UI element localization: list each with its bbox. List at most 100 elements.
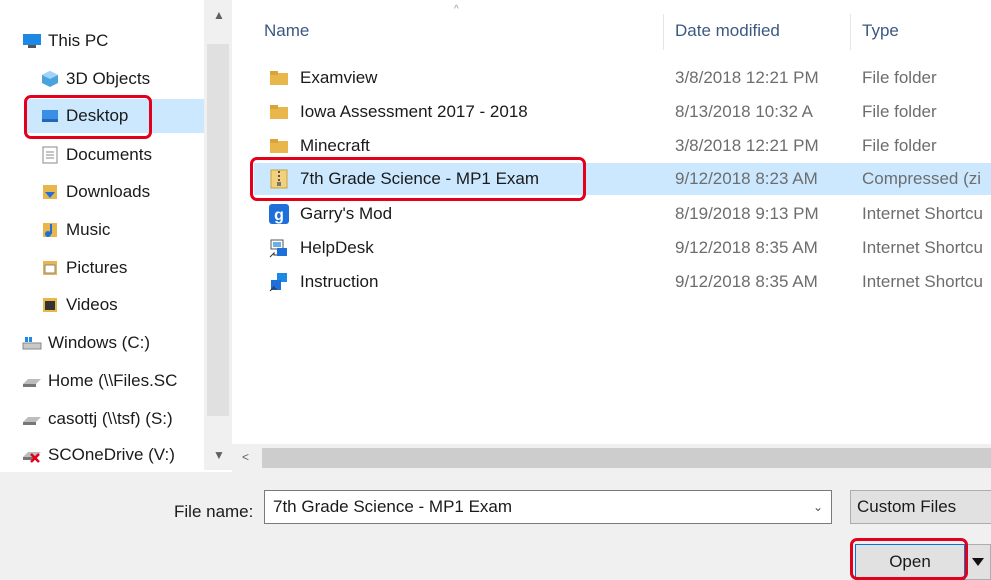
file-name-cell: HelpDesk — [268, 232, 648, 264]
windows-drive-icon — [22, 333, 42, 353]
scroll-down-icon[interactable]: ▼ — [213, 448, 225, 462]
file-name-cell: Minecraft — [268, 130, 648, 162]
file-name-input[interactable]: 7th Grade Science - MP1 Exam ⌄ — [264, 490, 832, 524]
file-row-iowa-assessment[interactable]: Iowa Assessment 2017 - 2018 8/13/2018 10… — [254, 96, 991, 128]
nav-label: This PC — [48, 31, 109, 50]
scroll-left-icon[interactable]: < — [242, 450, 249, 464]
nav-label: Videos — [66, 295, 118, 314]
file-date: 8/19/2018 9:13 PM — [675, 204, 819, 223]
file-date: 3/8/2018 12:21 PM — [675, 68, 819, 87]
nav-item-downloads[interactable]: Downloads — [40, 175, 150, 209]
file-name-cell: Iowa Assessment 2017 - 2018 — [268, 96, 648, 128]
nav-item-sconedrive[interactable]: SCOneDrive (V:) — [22, 438, 175, 472]
file-type: Internet Shortcu — [862, 272, 983, 291]
horizontal-scroll-thumb[interactable] — [262, 448, 991, 468]
file-list: ^ Name Date modified Type Examview 3/8/2… — [232, 0, 991, 470]
file-name: Instruction — [300, 272, 379, 291]
videos-icon — [40, 295, 60, 315]
helpdesk-shortcut-icon — [268, 237, 290, 259]
open-options-dropdown[interactable] — [965, 544, 991, 580]
file-name-cell: Instruction — [268, 266, 648, 298]
file-row-instruction[interactable]: Instruction 9/12/2018 8:35 AM Internet S… — [254, 266, 991, 298]
file-name: HelpDesk — [300, 238, 374, 257]
column-header-type[interactable]: Type — [862, 14, 899, 48]
file-type: Internet Shortcu — [862, 238, 983, 257]
file-row-garrys-mod[interactable]: g Garry's Mod 8/19/2018 9:13 PM Internet… — [254, 198, 991, 230]
file-name: Iowa Assessment 2017 - 2018 — [300, 102, 528, 121]
nav-label: Home (\\Files.SC — [48, 371, 178, 390]
nav-item-casottj-network[interactable]: casottj (\\tsf) (S:) — [22, 402, 173, 436]
dropdown-arrow-icon — [972, 558, 984, 566]
column-divider[interactable] — [850, 14, 851, 50]
file-type: Compressed (zi — [862, 169, 982, 188]
nav-label: Desktop — [66, 106, 129, 125]
instruction-shortcut-icon — [268, 271, 290, 293]
pictures-icon — [40, 258, 60, 278]
file-date: 9/12/2018 8:35 AM — [675, 272, 818, 291]
file-list-horizontal-scrollbar[interactable]: < — [232, 444, 991, 472]
file-date: 8/13/2018 10:32 A — [675, 102, 814, 121]
file-date: 9/12/2018 8:35 AM — [675, 238, 818, 257]
chevron-down-icon[interactable]: ⌄ — [813, 500, 823, 514]
music-icon — [40, 220, 60, 240]
column-header-date[interactable]: Date modified — [675, 14, 780, 48]
folder-icon — [268, 135, 290, 157]
navigation-pane: This PC 3D Objects Desktop Documents Dow… — [0, 0, 232, 470]
open-button[interactable]: Open — [855, 544, 965, 580]
file-name-cell: Examview — [268, 62, 648, 94]
nav-label: Music — [66, 220, 111, 239]
pc-icon — [22, 31, 42, 51]
file-type: File folder — [862, 102, 937, 121]
nav-item-desktop[interactable]: Desktop — [26, 99, 204, 133]
nav-label: Downloads — [66, 182, 151, 201]
nav-label: Documents — [66, 145, 152, 164]
file-name: 7th Grade Science - MP1 Exam — [300, 169, 540, 188]
column-divider[interactable] — [663, 14, 664, 50]
file-name: Examview — [300, 68, 378, 87]
nav-item-music[interactable]: Music — [40, 213, 110, 247]
nav-item-3d-objects[interactable]: 3D Objects — [40, 62, 150, 96]
desktop-icon — [40, 106, 60, 126]
network-drive-icon — [22, 371, 42, 391]
nav-item-documents[interactable]: Documents — [40, 138, 152, 172]
nav-item-videos[interactable]: Videos — [40, 288, 118, 322]
file-date: 3/8/2018 12:21 PM — [675, 136, 819, 155]
svg-text:g: g — [274, 207, 284, 224]
nav-label: Windows (C:) — [48, 333, 151, 352]
nav-scroll-thumb[interactable] — [207, 44, 229, 416]
folder-icon — [268, 101, 290, 123]
nav-label: SCOneDrive (V:) — [48, 445, 175, 464]
downloads-icon — [40, 182, 60, 202]
column-header-name[interactable]: Name — [264, 14, 309, 48]
disconnected-drive-icon — [22, 445, 42, 465]
sort-up-icon: ^ — [454, 4, 459, 15]
documents-icon — [40, 145, 60, 165]
folder-icon — [268, 67, 290, 89]
open-button-label: Open — [889, 552, 931, 571]
nav-item-windows-c[interactable]: Windows (C:) — [22, 326, 150, 360]
file-row-helpdesk[interactable]: HelpDesk 9/12/2018 8:35 AM Internet Shor… — [254, 232, 991, 264]
zip-folder-icon — [268, 168, 290, 190]
nav-vertical-scrollbar[interactable]: ▲ ▼ — [204, 0, 232, 470]
file-row-7th-grade-science[interactable]: 7th Grade Science - MP1 Exam 9/12/2018 8… — [254, 163, 991, 195]
file-name-label: File name: — [174, 502, 254, 521]
garrys-mod-icon: g — [268, 203, 290, 225]
file-date: 9/12/2018 8:23 AM — [675, 169, 818, 188]
network-drive-icon — [22, 409, 42, 429]
file-name-cell: 7th Grade Science - MP1 Exam — [268, 163, 648, 195]
scroll-up-icon[interactable]: ▲ — [213, 8, 225, 22]
file-type-select[interactable]: Custom Files — [850, 490, 991, 524]
dialog-footer: File name: 7th Grade Science - MP1 Exam … — [0, 472, 991, 580]
file-row-examview[interactable]: Examview 3/8/2018 12:21 PM File folder — [254, 62, 991, 94]
nav-item-pictures[interactable]: Pictures — [40, 251, 127, 285]
file-row-minecraft[interactable]: Minecraft 3/8/2018 12:21 PM File folder — [254, 130, 991, 162]
file-name-cell: g Garry's Mod — [268, 198, 648, 230]
nav-label: casottj (\\tsf) (S:) — [48, 409, 173, 428]
file-name-value: 7th Grade Science - MP1 Exam — [273, 497, 513, 516]
nav-item-home-network[interactable]: Home (\\Files.SC — [22, 364, 177, 398]
nav-label: 3D Objects — [66, 69, 151, 88]
file-name: Garry's Mod — [300, 204, 393, 223]
file-type: Internet Shortcu — [862, 204, 983, 223]
3d-objects-icon — [40, 69, 60, 89]
nav-item-this-pc[interactable]: This PC — [22, 24, 108, 58]
